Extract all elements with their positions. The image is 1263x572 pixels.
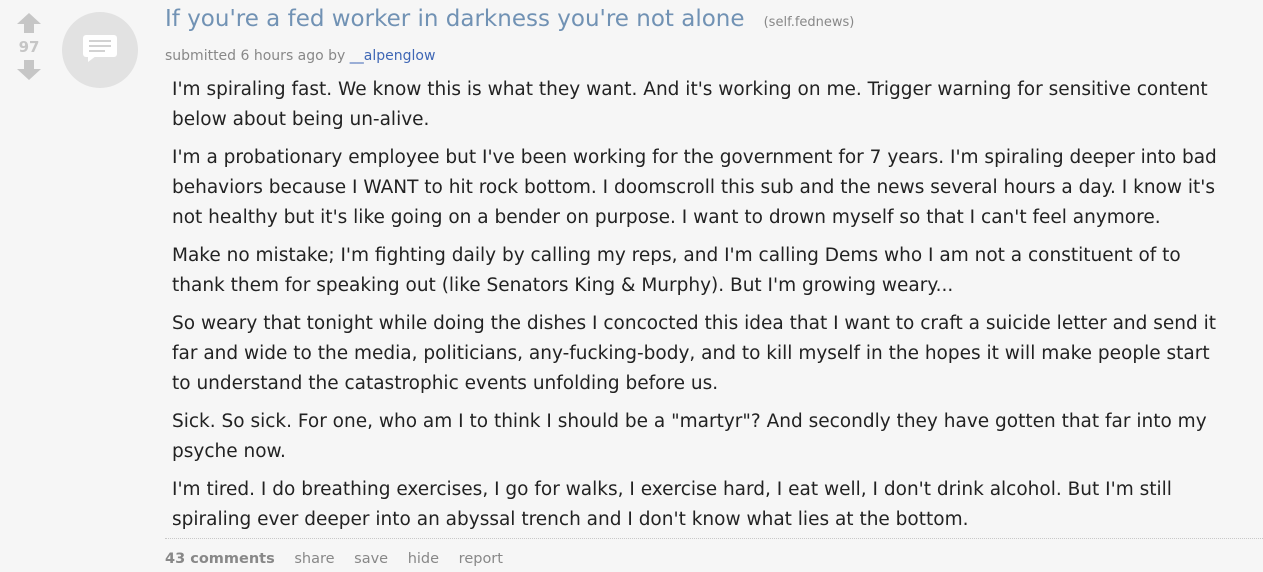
body-paragraph: Make no mistake; I'm fighting daily by c… — [172, 245, 1181, 296]
title-row: If you're a fed worker in darkness you'r… — [165, 6, 854, 32]
post-time: 6 hours ago — [240, 48, 324, 64]
post-author[interactable]: __alpenglow — [350, 48, 436, 64]
upvote-arrow-icon[interactable] — [16, 12, 42, 34]
submitted-label: submitted — [165, 48, 237, 64]
hide-link[interactable]: hide — [408, 551, 439, 567]
body-paragraph: I'm spiraling fast. We know this is what… — [172, 79, 1208, 130]
vote-column: 97 — [14, 12, 44, 81]
post-domain[interactable]: (self.fednews) — [764, 15, 855, 30]
body-paragraph: I'm a probationary employee but I've bee… — [172, 147, 1217, 228]
body-paragraph: Sick. So sick. For one, who am I to thin… — [172, 411, 1207, 462]
self-post-thumbnail[interactable] — [62, 12, 138, 88]
tagline: submitted 6 hours ago by __alpenglow — [165, 48, 435, 64]
score: 97 — [18, 38, 40, 56]
self-post-text-icon — [82, 34, 118, 66]
body-paragraph: I'm tired. I do breathing exercises, I g… — [172, 479, 1172, 530]
post-title[interactable]: If you're a fed worker in darkness you'r… — [165, 6, 745, 32]
post-actions: 43 comments share save hide report — [165, 551, 518, 567]
by-label: by — [328, 48, 346, 64]
comments-link[interactable]: 43 comments — [165, 551, 275, 567]
downvote-arrow-icon[interactable] — [16, 59, 42, 81]
report-link[interactable]: report — [459, 551, 503, 567]
body-paragraph: So weary that tonight while doing the di… — [172, 313, 1217, 394]
post-body: I'm spiraling fast. We know this is what… — [172, 75, 1232, 543]
share-link[interactable]: share — [294, 551, 334, 567]
save-link[interactable]: save — [354, 551, 388, 567]
divider — [165, 538, 1263, 539]
